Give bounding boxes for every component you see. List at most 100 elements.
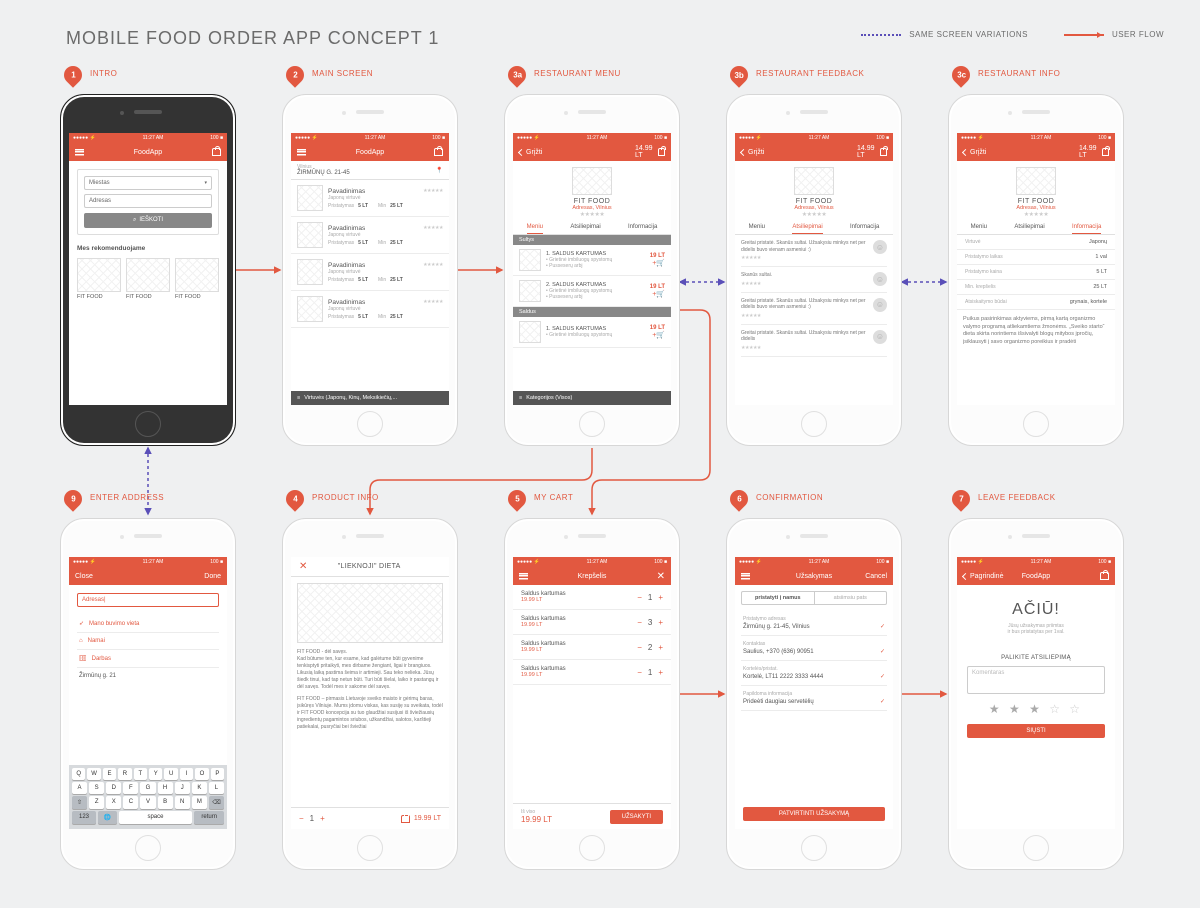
key[interactable]: P bbox=[211, 768, 224, 780]
work-option[interactable]: 🗄Darbas bbox=[77, 650, 219, 668]
check-icon: ✓ bbox=[880, 698, 885, 705]
star-rating[interactable]: ★ ★ ★ ☆ ☆ bbox=[967, 702, 1105, 716]
key[interactable]: F bbox=[123, 782, 138, 794]
back-button[interactable]: Grįžti bbox=[519, 149, 549, 156]
qty-stepper[interactable]: −1+ bbox=[299, 814, 325, 823]
order-row[interactable]: Papildoma informacija Prideėti daugiau s… bbox=[741, 686, 887, 711]
location-option[interactable]: ➶Mano buvimo vieta bbox=[77, 615, 219, 633]
address-input[interactable]: Adresas bbox=[84, 194, 212, 208]
key[interactable]: ⌫ bbox=[209, 796, 224, 809]
order-button[interactable]: UŽSAKYTI bbox=[610, 810, 663, 824]
menu-icon[interactable] bbox=[741, 573, 750, 580]
address-input[interactable]: Adresas| bbox=[77, 593, 219, 607]
rec-card[interactable]: FIT FOOD bbox=[126, 258, 170, 300]
key[interactable]: E bbox=[103, 768, 116, 780]
segmented-control[interactable]: pristatyti į namus atsiimsiu pats bbox=[741, 591, 887, 605]
key[interactable]: ⇧ bbox=[72, 796, 87, 809]
key[interactable]: U bbox=[164, 768, 177, 780]
filter-bar[interactable]: ≡Virtuvės (Japonų, Kinų, Meksikiečių,... bbox=[291, 391, 449, 405]
phone-feedback: ●●●●● ⚡11:27 AM100 ■ Grįžti 14.99 LT FIT… bbox=[726, 94, 902, 446]
key[interactable]: L bbox=[209, 782, 224, 794]
key[interactable]: Z bbox=[89, 796, 104, 809]
cancel-button[interactable]: Cancel bbox=[857, 573, 887, 580]
address-suggestion[interactable]: Žirmūnų g. 21 bbox=[77, 668, 219, 684]
qty-stepper[interactable]: −1+ bbox=[637, 668, 663, 677]
key[interactable]: B bbox=[158, 796, 173, 809]
step-pin: 9 bbox=[60, 486, 85, 511]
location-bar[interactable]: VilniusŽIRMŪNŲ G. 21-45 📍 bbox=[291, 161, 449, 180]
order-row[interactable]: Kortelės/pristat. Kortelė, LT11 2222 333… bbox=[741, 661, 887, 686]
key[interactable]: Q bbox=[72, 768, 85, 780]
step-label: MAIN SCREEN bbox=[312, 69, 373, 78]
rec-card[interactable]: FIT FOOD bbox=[175, 258, 219, 300]
back-button[interactable]: Grįžti bbox=[963, 149, 993, 156]
restaurant-row[interactable]: Pavadinimas★★★★★ Japonų virtuvė Pristaty… bbox=[291, 291, 449, 328]
key[interactable]: V bbox=[140, 796, 155, 809]
key[interactable]: S bbox=[89, 782, 104, 794]
step-pin: 4 bbox=[282, 486, 307, 511]
restaurant-row[interactable]: Pavadinimas★★★★★ Japonų virtuvė Pristaty… bbox=[291, 217, 449, 254]
tabs[interactable]: MeniuAtsiliepimaiInformacija bbox=[513, 220, 671, 235]
avatar-icon: ☺ bbox=[873, 240, 887, 254]
qty-stepper[interactable]: −1+ bbox=[637, 593, 663, 602]
restaurant-row[interactable]: Pavadinimas★★★★★ Japonų virtuvė Pristaty… bbox=[291, 180, 449, 217]
add-icon[interactable]: +🛒 bbox=[650, 290, 665, 298]
home-option[interactable]: ⌂Namai bbox=[77, 633, 219, 650]
menu-icon[interactable] bbox=[519, 573, 528, 580]
key[interactable]: T bbox=[134, 768, 147, 780]
key[interactable]: R bbox=[118, 768, 131, 780]
key[interactable]: X bbox=[106, 796, 121, 809]
keyboard[interactable]: QWERTYUIOPASDFGHJKL⇧ZXCVBNM⌫ 123🌐spacere… bbox=[69, 765, 227, 829]
city-select[interactable]: Miestas▾ bbox=[84, 176, 212, 190]
menu-icon[interactable] bbox=[297, 149, 306, 156]
close-icon[interactable]: ✕ bbox=[657, 571, 665, 582]
cart-icon[interactable] bbox=[212, 148, 221, 156]
info-description: Puikus pasirinkimas aktyviems, pirmą kar… bbox=[957, 310, 1115, 353]
done-button[interactable]: Done bbox=[191, 573, 221, 580]
menu-icon[interactable] bbox=[75, 149, 84, 156]
key[interactable]: G bbox=[140, 782, 155, 794]
back-button[interactable]: Grįžti bbox=[741, 149, 771, 156]
menu-item[interactable]: 2. SALDUS KARTUMAS• Grietinė imbiluogų s… bbox=[513, 276, 671, 307]
key[interactable]: K bbox=[192, 782, 207, 794]
rec-card[interactable]: FIT FOOD bbox=[77, 258, 121, 300]
cart-icon[interactable] bbox=[434, 148, 443, 156]
search-button[interactable]: ⌕IEŠKOTI bbox=[84, 213, 212, 228]
key[interactable]: D bbox=[106, 782, 121, 794]
menu-item[interactable]: 1. SALDUS KARTUMAS• Grietinė imbiluogų s… bbox=[513, 245, 671, 276]
order-row[interactable]: Kontaktas Saulius, +370 (636) 90951✓ bbox=[741, 636, 887, 661]
qty-stepper[interactable]: −2+ bbox=[637, 643, 663, 652]
key[interactable]: Y bbox=[149, 768, 162, 780]
add-icon[interactable]: +🛒 bbox=[650, 331, 665, 339]
confirm-button[interactable]: PATVIRTINTI UŽSAKYMĄ bbox=[743, 807, 885, 821]
comment-input[interactable]: Komentaras bbox=[967, 666, 1105, 694]
key[interactable]: N bbox=[175, 796, 190, 809]
qty-stepper[interactable]: −3+ bbox=[637, 618, 663, 627]
feedback-item: Skanūs sultai.★★★★★ ☺ bbox=[741, 267, 887, 293]
info-row: Pristatymo kaina5 LT bbox=[957, 265, 1115, 280]
menu-item[interactable]: 1. SALDUS KARTUMAS• Grietinė imbiluogų s… bbox=[513, 317, 671, 348]
cart-icon[interactable] bbox=[1102, 148, 1109, 156]
cart-icon[interactable] bbox=[1100, 572, 1109, 580]
cart-icon[interactable] bbox=[880, 148, 887, 156]
order-row[interactable]: Pristatymo adresas Žirmūnų g. 21-45, Vil… bbox=[741, 611, 887, 636]
restaurant-row[interactable]: Pavadinimas★★★★★ Japonų virtuvė Pristaty… bbox=[291, 254, 449, 291]
key[interactable]: H bbox=[158, 782, 173, 794]
key[interactable]: A bbox=[72, 782, 87, 794]
add-to-cart[interactable]: 19.99 LT bbox=[401, 815, 441, 823]
dashed-line-icon bbox=[861, 34, 901, 36]
close-button[interactable]: Close bbox=[75, 573, 105, 580]
cart-icon[interactable] bbox=[658, 148, 665, 156]
close-icon[interactable]: ✕ bbox=[299, 561, 307, 572]
key[interactable]: M bbox=[192, 796, 207, 809]
cart-item: Saldus kartumas19.99 LT −1+ bbox=[513, 660, 671, 685]
key[interactable]: J bbox=[175, 782, 190, 794]
category-filter[interactable]: ≡Kategorijos (Visos) bbox=[513, 391, 671, 405]
key[interactable]: I bbox=[180, 768, 193, 780]
key[interactable]: C bbox=[123, 796, 138, 809]
step-pin: 5 bbox=[504, 486, 529, 511]
key[interactable]: W bbox=[87, 768, 100, 780]
key[interactable]: O bbox=[195, 768, 208, 780]
add-icon[interactable]: +🛒 bbox=[650, 259, 665, 267]
send-button[interactable]: SIŲSTI bbox=[967, 724, 1105, 738]
